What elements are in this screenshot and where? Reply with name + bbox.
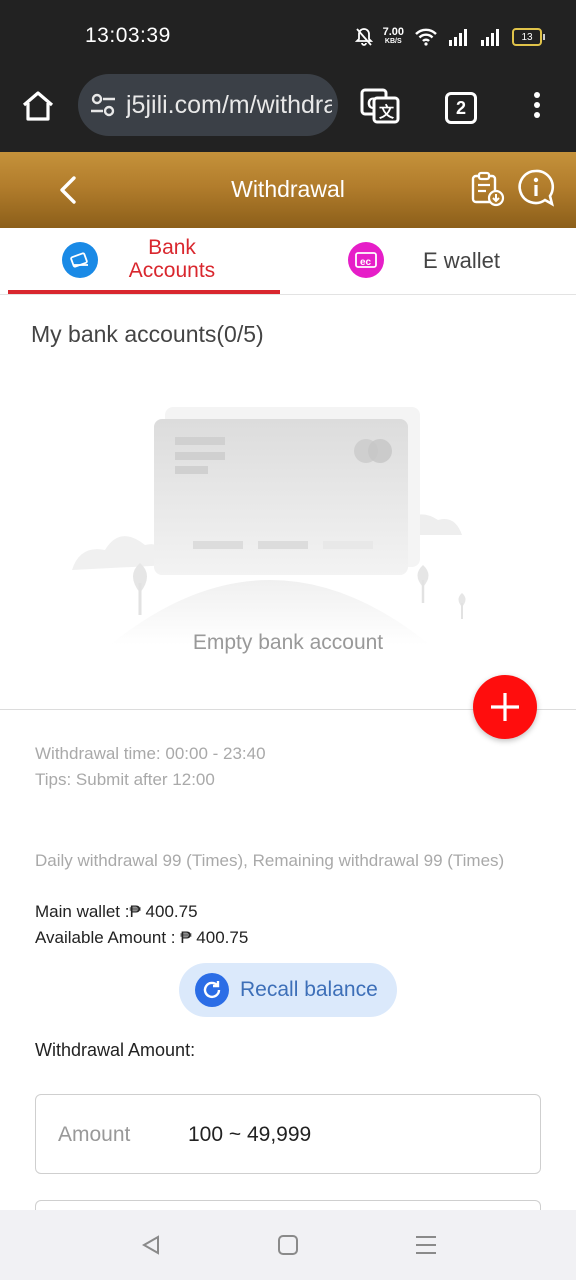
help-info-icon[interactable] (516, 168, 556, 208)
active-tab-indicator (8, 290, 280, 294)
translate-icon[interactable]: G 文 (360, 88, 400, 124)
site-settings-icon[interactable] (88, 90, 118, 120)
browser-menu-icon[interactable] (530, 92, 544, 122)
amount-field[interactable]: Amount (35, 1094, 541, 1174)
e-wallet-icon: ec (348, 242, 384, 278)
bank-card-icon (62, 242, 98, 278)
status-time: 13:03:39 (85, 24, 171, 47)
amount-input[interactable] (186, 1117, 520, 1153)
tab-switcher-button[interactable]: 2 (445, 92, 477, 124)
tab-bank-label: Bank Accounts (128, 236, 216, 282)
signal-icon-2 (481, 29, 499, 46)
tab-count: 2 (455, 97, 466, 118)
battery-icon: 13 (512, 28, 545, 46)
nav-back-icon[interactable] (140, 1234, 162, 1256)
amount-field-label: Amount (58, 1123, 131, 1146)
tab-e-wallet-label: E wallet (423, 248, 501, 273)
daily-withdrawal-text: Daily withdrawal 99 (Times), Remaining w… (35, 851, 505, 870)
tab-e-wallet[interactable]: ec E wallet (288, 228, 576, 294)
mute-bell-icon (354, 28, 373, 46)
main-wallet-text: Main wallet :₱ 400.75 (35, 902, 198, 921)
withdrawal-records-icon[interactable] (468, 170, 506, 208)
account-type-tabs: Bank Accounts ec E wallet (0, 228, 576, 295)
wifi-icon (415, 28, 437, 46)
plus-icon (491, 693, 519, 721)
system-navigation-bar (0, 1210, 576, 1280)
tips-text: Tips: Submit after 12:00 (35, 770, 215, 789)
refresh-icon (195, 973, 229, 1007)
home-icon[interactable] (20, 88, 56, 124)
address-bar[interactable]: j5jili.com/m/withdraw (78, 74, 338, 136)
nav-recents-icon[interactable] (414, 1233, 438, 1257)
empty-state-text: Empty bank account (192, 631, 384, 654)
recall-balance-label: Recall balance (240, 978, 378, 1001)
page-header: Withdrawal (0, 152, 576, 228)
bank-accounts-title: My bank accounts(0/5) (31, 321, 264, 347)
withdrawal-time-text: Withdrawal time: 00:00 - 23:40 (35, 744, 266, 763)
withdrawal-amount-label: Withdrawal Amount: (35, 1040, 196, 1060)
net-speed: 7.00 KB/S (383, 27, 404, 47)
svg-text:文: 文 (379, 103, 395, 121)
available-amount-text: Available Amount : ₱ 400.75 (35, 928, 249, 947)
nav-home-icon[interactable] (277, 1234, 299, 1256)
browser-toolbar: j5jili.com/m/withdraw G 文 2 (0, 66, 576, 152)
tab-bank-accounts[interactable]: Bank Accounts (8, 228, 280, 294)
signal-icon (449, 29, 467, 46)
add-bank-account-button[interactable] (473, 675, 537, 739)
url-text[interactable]: j5jili.com/m/withdraw (126, 91, 332, 120)
net-speed-unit: KB/S (384, 38, 402, 45)
status-icons: 7.00 KB/S 13 (354, 24, 545, 50)
svg-text:ec: ec (360, 257, 372, 268)
status-bar: 13:03:39 7.00 KB/S 13 (0, 0, 576, 66)
battery-level: 13 (521, 31, 533, 43)
recall-balance-button[interactable]: Recall balance (179, 963, 397, 1017)
